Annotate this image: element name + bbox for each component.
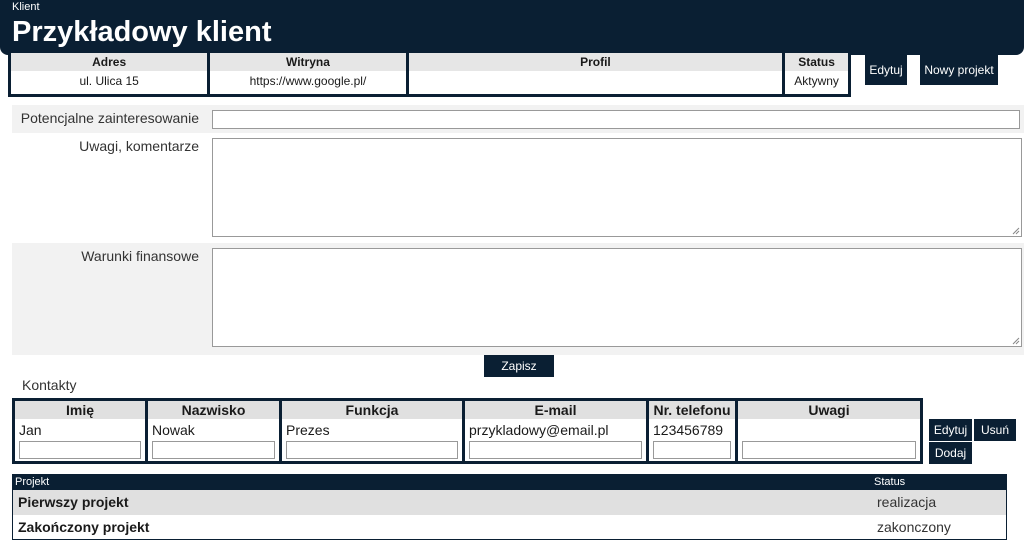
edit-contact-button[interactable]: Edytuj xyxy=(929,419,972,441)
info-header-website: Witryna xyxy=(210,53,406,71)
project-row[interactable]: Zakończony projekt zakonczony xyxy=(13,515,1006,540)
contact-header-phone: Nr. telefonu xyxy=(649,401,735,419)
contact-col-function: Funkcja Prezes xyxy=(282,401,462,461)
contact-col-email: E-mail przykladowy@email.pl xyxy=(465,401,646,461)
contact-input-last-name[interactable] xyxy=(152,441,275,459)
contact-value-notes xyxy=(738,419,920,441)
finance-textarea[interactable] xyxy=(212,248,1022,347)
contact-col-first-name: Imię Jan xyxy=(15,401,145,461)
contact-header-email: E-mail xyxy=(465,401,646,419)
contact-col-phone: Nr. telefonu 123456789 xyxy=(649,401,735,461)
edit-client-button[interactable]: Edytuj xyxy=(865,54,907,85)
contact-col-last-name: Nazwisko Nowak xyxy=(148,401,279,461)
projects-table: Projekt Status Pierwszy projekt realizac… xyxy=(12,474,1007,540)
info-value-address: ul. Ulica 15 xyxy=(11,71,208,94)
contact-value-last-name: Nowak xyxy=(152,422,195,438)
new-project-button[interactable]: Nowy projekt xyxy=(920,54,998,85)
info-header-address: Adres xyxy=(11,53,208,71)
info-header-profile: Profil xyxy=(408,53,783,71)
contact-input-email[interactable] xyxy=(469,441,642,459)
interest-label: Potencjalne zainteresowanie xyxy=(20,110,199,126)
delete-contact-button[interactable]: Usuń xyxy=(974,419,1016,441)
contact-input-notes[interactable] xyxy=(742,441,916,459)
comments-label: Uwagi, komentarze xyxy=(79,138,199,154)
info-col-profile: Profil xyxy=(408,53,783,94)
contact-input-phone[interactable] xyxy=(653,441,731,459)
contact-input-function[interactable] xyxy=(286,441,458,459)
info-value-website[interactable]: https://www.google.pl/ xyxy=(210,71,406,94)
info-value-profile xyxy=(408,71,783,94)
projects-header-name: Projekt xyxy=(15,476,50,488)
contact-header-notes: Uwagi xyxy=(738,401,920,419)
contact-header-last-name: Nazwisko xyxy=(148,401,279,419)
project-name[interactable]: Pierwszy projekt xyxy=(18,494,129,510)
projects-header-status: Status xyxy=(874,476,906,488)
info-col-status: Status Aktywny xyxy=(785,53,848,94)
info-col-address: Adres ul. Ulica 15 xyxy=(11,53,208,94)
project-name[interactable]: Zakończony projekt xyxy=(18,519,149,535)
resize-handle-icon[interactable] xyxy=(1012,337,1020,345)
client-info-table: Adres ul. Ulica 15 Witryna https://www.g… xyxy=(8,53,851,97)
page-title: Przykładowy klient xyxy=(12,16,272,48)
finance-label: Warunki finansowe xyxy=(81,248,199,264)
page-header: Klient Przykładowy klient xyxy=(0,0,1024,55)
resize-handle-icon[interactable] xyxy=(1012,227,1020,235)
breadcrumb[interactable]: Klient xyxy=(12,1,40,13)
project-row[interactable]: Pierwszy projekt realizacja xyxy=(13,490,1006,515)
comments-textarea[interactable] xyxy=(212,138,1022,237)
save-button[interactable]: Zapisz xyxy=(484,355,554,377)
contact-col-notes: Uwagi xyxy=(738,401,920,461)
contact-input-first-name[interactable] xyxy=(19,441,141,459)
contact-value-function: Prezes xyxy=(286,422,330,438)
contact-value-first-name: Jan xyxy=(19,422,42,438)
project-status: zakonczony xyxy=(877,519,951,535)
contacts-label: Kontakty xyxy=(22,377,77,393)
contact-header-first-name: Imię xyxy=(15,401,145,419)
project-status: realizacja xyxy=(877,494,937,510)
info-value-status: Aktywny xyxy=(785,71,848,94)
add-contact-button[interactable]: Dodaj xyxy=(929,442,972,464)
contacts-table: Imię Jan Nazwisko Nowak Funkcja Prezes E… xyxy=(12,398,923,464)
contact-value-phone: 123456789 xyxy=(653,422,724,438)
interest-input[interactable] xyxy=(212,110,1020,129)
projects-header: Projekt Status xyxy=(13,475,1006,490)
contact-header-function: Funkcja xyxy=(282,401,462,419)
info-header-status: Status xyxy=(785,53,848,71)
contact-value-email: przykladowy@email.pl xyxy=(469,422,609,438)
info-col-website: Witryna https://www.google.pl/ xyxy=(210,53,406,94)
